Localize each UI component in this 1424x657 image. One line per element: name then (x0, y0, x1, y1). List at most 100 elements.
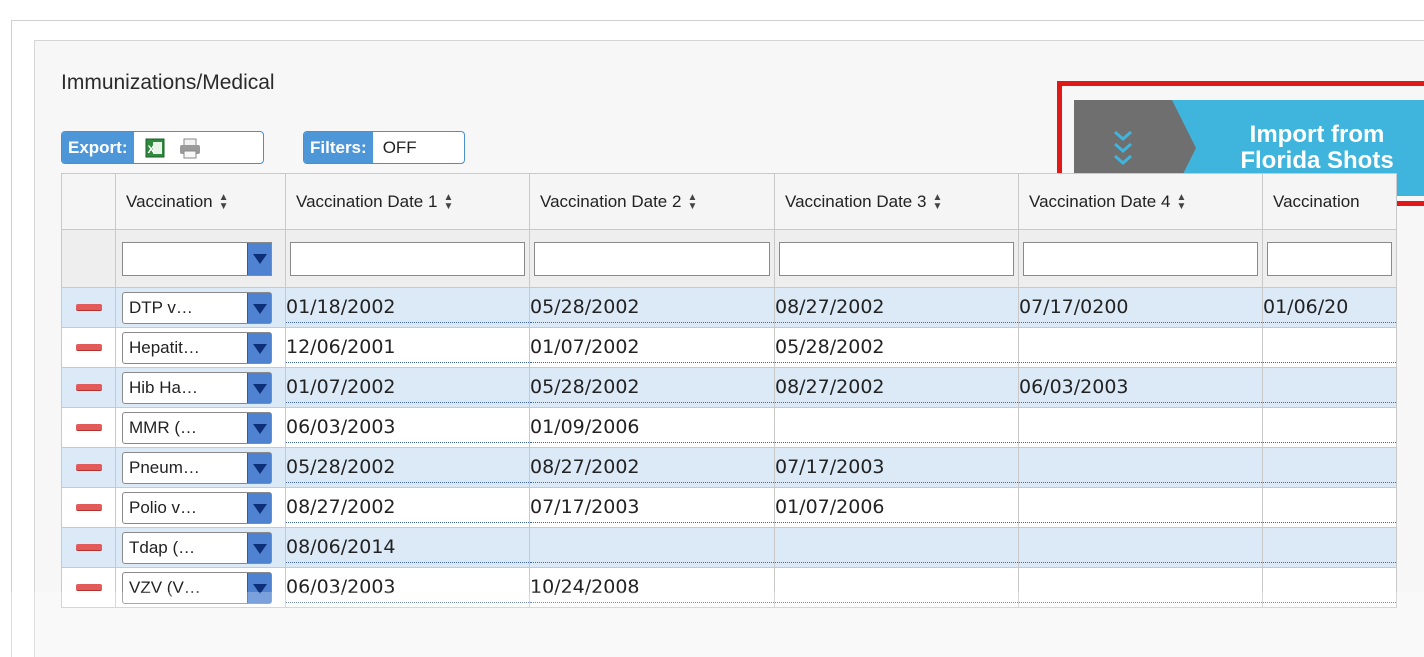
vaccination-date-value: 07/17/2003 (530, 493, 774, 523)
date2-filter-input[interactable] (534, 241, 770, 276)
vaccination-date-cell[interactable] (1262, 407, 1397, 448)
vaccination-date-cell[interactable]: 01/06/20 (1262, 287, 1397, 328)
vaccination-date-cell[interactable]: 05/28/2002 (529, 287, 775, 328)
dropdown-arrow-icon[interactable] (247, 412, 271, 443)
vaccination-date-cell[interactable]: 05/28/2002 (774, 327, 1019, 368)
dropdown-arrow-icon[interactable] (247, 572, 271, 603)
vaccination-date-cell[interactable]: 05/28/2002 (529, 367, 775, 408)
vaccination-date-cell[interactable]: 06/03/2003 (285, 407, 530, 448)
dropdown-arrow-icon[interactable] (247, 532, 271, 563)
date4-filter-input[interactable] (1023, 241, 1258, 276)
dropdown-arrow-icon[interactable] (247, 492, 271, 523)
vaccination-date-value: 10/24/2008 (530, 573, 774, 603)
date5-filter-input[interactable] (1267, 241, 1392, 276)
dropdown-arrow-icon[interactable] (247, 372, 271, 403)
import-label-line1: Import from (1249, 121, 1385, 148)
vaccination-date-cell[interactable] (774, 407, 1019, 448)
header-vaccination-date-2[interactable]: Vaccination Date 2 ▲ ▼ (529, 173, 775, 230)
delete-row-icon[interactable] (75, 384, 102, 391)
delete-row-icon[interactable] (75, 344, 102, 351)
vaccination-date-cell[interactable]: 12/06/2001 (285, 327, 530, 368)
vaccination-date-cell[interactable]: 07/17/2003 (774, 447, 1019, 488)
vaccination-date-cell[interactable] (1262, 447, 1397, 488)
vaccination-date-cell[interactable]: 01/07/2002 (529, 327, 775, 368)
vaccination-date-cell[interactable]: 08/27/2002 (529, 447, 775, 488)
vaccination-select[interactable]: VZV (V… (122, 571, 272, 604)
vaccination-date-value (1263, 413, 1396, 443)
vaccination-date-cell[interactable] (774, 527, 1019, 568)
vaccination-select[interactable]: MMR (… (122, 411, 272, 444)
date1-filter-input[interactable] (290, 241, 525, 276)
vaccination-date-cell[interactable] (1018, 447, 1263, 488)
header-vaccination-date-3[interactable]: Vaccination Date 3 ▲ ▼ (774, 173, 1019, 230)
vaccination-date-value (1019, 413, 1262, 443)
excel-export-icon[interactable]: X (144, 137, 166, 159)
vaccination-date-cell[interactable] (1018, 567, 1263, 608)
header-vaccination-date-5[interactable]: Vaccination (1262, 173, 1397, 230)
vaccination-filter-select[interactable] (122, 241, 272, 276)
vaccination-date-cell[interactable]: 01/07/2002 (285, 367, 530, 408)
delete-row-icon[interactable] (75, 424, 102, 431)
vaccination-date-value: 08/27/2002 (775, 293, 1018, 323)
vaccination-date-cell[interactable] (1018, 527, 1263, 568)
vaccination-date-cell[interactable]: 01/07/2006 (774, 487, 1019, 528)
vaccination-date-cell[interactable]: 08/27/2002 (285, 487, 530, 528)
vaccination-date-cell[interactable]: 07/17/2003 (529, 487, 775, 528)
export-control: Export: X (61, 131, 264, 164)
vaccination-date-cell[interactable]: 06/03/2003 (1018, 367, 1263, 408)
vaccination-date-value (1019, 453, 1262, 483)
vaccination-date-value: 06/03/2003 (1019, 373, 1262, 403)
vaccination-date-cell[interactable] (1262, 487, 1397, 528)
vaccination-select[interactable]: Tdap (… (122, 531, 272, 564)
filters-toggle[interactable]: Filters: OFF (303, 131, 465, 164)
dropdown-arrow-icon[interactable] (247, 242, 271, 275)
vaccination-date-cell[interactable] (1262, 367, 1397, 408)
vaccination-date-cell[interactable]: 01/18/2002 (285, 287, 530, 328)
header-vaccination[interactable]: Vaccination ▲ ▼ (115, 173, 286, 230)
delete-row-icon[interactable] (75, 544, 102, 551)
vaccination-select[interactable]: Hib Ha… (122, 371, 272, 404)
print-icon[interactable] (178, 137, 202, 159)
vaccination-select[interactable]: Pneum… (122, 451, 272, 484)
vaccination-date-value: 12/06/2001 (286, 333, 529, 363)
vaccination-select[interactable]: Polio v… (122, 491, 272, 524)
vaccination-date-value (1263, 493, 1396, 523)
vaccination-date-value (775, 533, 1018, 563)
sort-icon: ▲ ▼ (687, 192, 698, 213)
delete-row-icon[interactable] (75, 504, 102, 511)
vaccination-date-cell[interactable] (774, 567, 1019, 608)
vaccination-date-value (1019, 533, 1262, 563)
vaccination-date-cell[interactable]: 10/24/2008 (529, 567, 775, 608)
table-row: Pneum… 05/28/2002 08/27/2002 07/17/2003 (61, 447, 1397, 488)
vaccination-date-cell[interactable] (1262, 567, 1397, 608)
vaccination-date-cell[interactable] (1018, 487, 1263, 528)
delete-row-icon[interactable] (75, 464, 102, 471)
vaccination-date-cell[interactable] (1018, 327, 1263, 368)
vaccination-date-cell[interactable]: 01/09/2006 (529, 407, 775, 448)
vaccination-date-cell[interactable]: 07/17/0200 (1018, 287, 1263, 328)
vaccination-date-cell[interactable]: 06/03/2003 (285, 567, 530, 608)
date3-filter-input[interactable] (779, 241, 1014, 276)
vaccination-date-cell[interactable] (1262, 327, 1397, 368)
delete-row-icon[interactable] (75, 584, 102, 591)
dropdown-arrow-icon[interactable] (247, 292, 271, 323)
dropdown-arrow-icon[interactable] (247, 452, 271, 483)
vaccination-select[interactable]: Hepatit… (122, 331, 272, 364)
vaccination-date-cell[interactable] (1018, 407, 1263, 448)
vaccination-select-value: Polio v… (129, 497, 198, 517)
delete-row-icon[interactable] (75, 304, 102, 311)
header-vaccination-date-1[interactable]: Vaccination Date 1 ▲ ▼ (285, 173, 530, 230)
vaccination-date-cell[interactable]: 08/06/2014 (285, 527, 530, 568)
vaccination-date-cell[interactable] (1262, 527, 1397, 568)
vaccination-date-cell[interactable] (529, 527, 775, 568)
vaccination-select[interactable]: DTP v… (122, 291, 272, 324)
vaccination-date-value: 01/06/20 (1263, 293, 1396, 323)
vaccination-date-value (775, 413, 1018, 443)
dropdown-arrow-icon[interactable] (247, 332, 271, 363)
table-header-row: Vaccination ▲ ▼ Vaccination Date 1 ▲ ▼ Vacci… (61, 173, 1397, 230)
table-row: Hepatit… 12/06/2001 01/07/2002 05/28/2002 (61, 327, 1397, 368)
vaccination-date-cell[interactable]: 05/28/2002 (285, 447, 530, 488)
vaccination-date-cell[interactable]: 08/27/2002 (774, 287, 1019, 328)
vaccination-date-cell[interactable]: 08/27/2002 (774, 367, 1019, 408)
header-vaccination-date-4[interactable]: Vaccination Date 4 ▲ ▼ (1018, 173, 1263, 230)
